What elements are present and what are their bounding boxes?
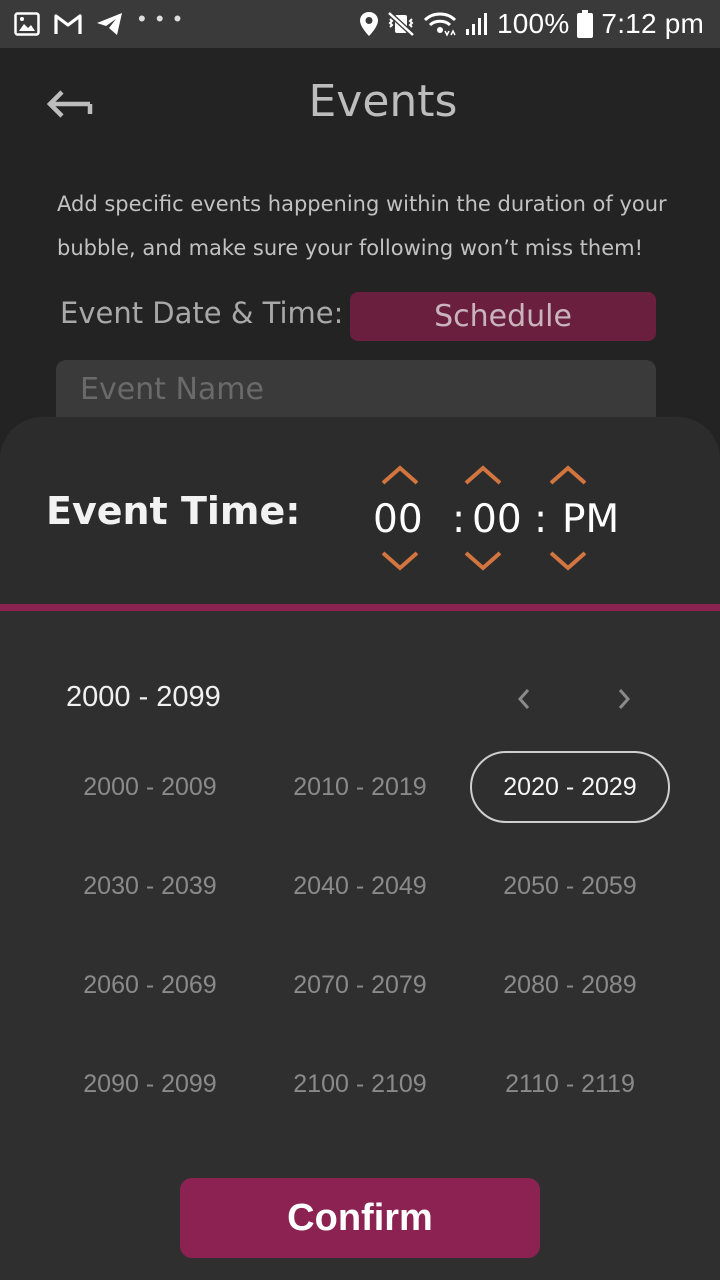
minute-down-button[interactable]	[453, 541, 513, 581]
signal-icon	[465, 12, 489, 36]
decade-cell[interactable]: 2040 - 2049	[260, 850, 460, 922]
gmail-icon	[54, 13, 82, 35]
period-value[interactable]: PM	[562, 497, 619, 542]
decade-cell[interactable]: 2090 - 2099	[50, 1048, 250, 1120]
chevron-right-icon	[618, 689, 631, 709]
time-separator: :	[452, 497, 466, 542]
previous-range-button[interactable]	[504, 679, 544, 719]
wifi-icon	[423, 11, 457, 37]
decade-cell[interactable]: 2050 - 2059	[470, 850, 670, 922]
decade-cell[interactable]: 2110 - 2119	[470, 1048, 670, 1120]
chevron-down-icon	[549, 551, 587, 571]
image-icon	[14, 12, 40, 36]
decade-cell-selected[interactable]: 2020 - 2029	[470, 751, 670, 823]
battery-percent: 100%	[497, 8, 570, 39]
decade-cell[interactable]: 2000 - 2009	[50, 751, 250, 823]
hour-up-button[interactable]	[370, 455, 430, 495]
mute-vibrate-icon	[387, 11, 415, 37]
decade-cell[interactable]: 2060 - 2069	[50, 949, 250, 1021]
status-right: 100% 7:12 pm	[359, 6, 704, 42]
chevron-up-icon	[549, 465, 587, 485]
status-bar: • • • 100% 7:12 pm	[0, 0, 720, 48]
chevron-up-icon	[464, 465, 502, 485]
status-left: • • •	[14, 6, 184, 40]
decade-cell[interactable]: 2100 - 2109	[260, 1048, 460, 1120]
decade-cell[interactable]: 2080 - 2089	[470, 949, 670, 1021]
battery-icon	[577, 10, 594, 38]
hour-down-button[interactable]	[370, 541, 430, 581]
next-range-button[interactable]	[604, 679, 644, 719]
date-time-sheet: Event Time: 00 : 00 : PM 2000 - 2099 200…	[0, 417, 720, 1280]
period-down-button[interactable]	[538, 541, 598, 581]
accent-divider	[0, 604, 720, 611]
clock: 7:12 pm	[601, 8, 704, 39]
decade-cell[interactable]: 2070 - 2079	[260, 949, 460, 1021]
page-title: Events	[308, 76, 458, 127]
time-separator: :	[534, 497, 548, 542]
more-dots-icon: • • •	[138, 6, 184, 31]
chevron-left-icon	[517, 689, 530, 709]
period-up-button[interactable]	[538, 455, 598, 495]
calendar-range-title[interactable]: 2000 - 2099	[66, 681, 221, 714]
chevron-up-icon	[381, 465, 419, 485]
decade-cell[interactable]: 2030 - 2039	[50, 850, 250, 922]
telegram-icon	[96, 12, 124, 36]
event-date-label: Event Date & Time:	[60, 296, 344, 330]
chevron-down-icon	[464, 551, 502, 571]
event-time-label: Event Time:	[46, 489, 301, 533]
decade-cell[interactable]: 2010 - 2019	[260, 751, 460, 823]
location-icon	[359, 11, 379, 37]
hour-value[interactable]: 00	[373, 497, 423, 542]
minute-value[interactable]: 00	[472, 497, 522, 542]
chevron-down-icon	[381, 551, 419, 571]
confirm-button[interactable]: Confirm	[180, 1178, 540, 1258]
minute-up-button[interactable]	[453, 455, 513, 495]
events-description: Add specific events happening within the…	[57, 192, 667, 260]
schedule-button[interactable]: Schedule	[350, 292, 656, 341]
